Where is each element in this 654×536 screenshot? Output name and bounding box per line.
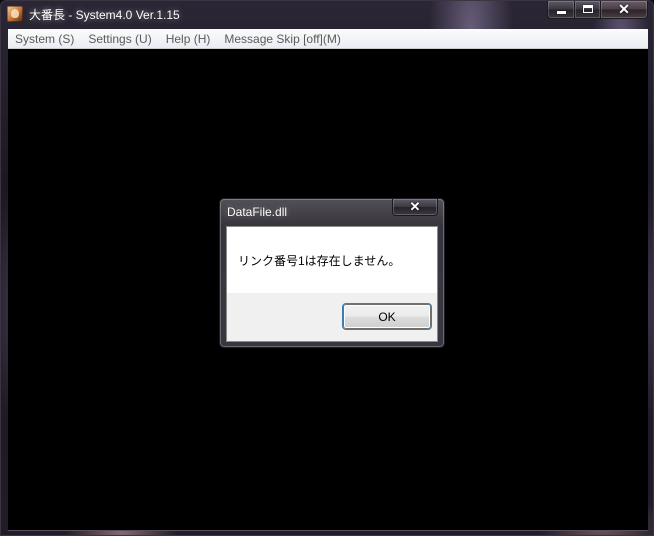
menu-bar: System (S) Settings (U) Help (H) Message… bbox=[8, 29, 648, 49]
dialog-close-button[interactable]: ✕ bbox=[392, 199, 438, 216]
app-portrait-icon[interactable] bbox=[7, 6, 23, 22]
close-icon: ✕ bbox=[409, 199, 421, 214]
window-bottom-edge bbox=[8, 530, 648, 531]
dialog-footer: OK bbox=[227, 293, 437, 341]
error-dialog: DataFile.dll ✕ リンク番号1は存在しません。 OK bbox=[219, 198, 445, 348]
minimize-icon bbox=[557, 11, 566, 14]
window-title: 大番長 - System4.0 Ver.1.15 bbox=[29, 8, 180, 22]
menu-item-help[interactable]: Help (H) bbox=[159, 29, 218, 49]
dialog-message: リンク番号1は存在しません。 bbox=[238, 254, 401, 268]
app-window: 大番長 - System4.0 Ver.1.15 ✕ System (S) Se… bbox=[0, 0, 654, 536]
close-icon: ✕ bbox=[618, 1, 630, 17]
menu-item-message-skip[interactable]: Message Skip [off](M) bbox=[217, 29, 347, 49]
maximize-button[interactable] bbox=[574, 1, 601, 19]
maximize-icon bbox=[583, 5, 593, 13]
menu-item-settings[interactable]: Settings (U) bbox=[81, 29, 158, 49]
ok-button[interactable]: OK bbox=[343, 304, 431, 329]
title-bar[interactable]: 大番長 - System4.0 Ver.1.15 ✕ bbox=[1, 1, 653, 27]
dialog-body: リンク番号1は存在しません。 OK bbox=[226, 226, 438, 342]
menu-item-system[interactable]: System (S) bbox=[8, 29, 81, 49]
close-button[interactable]: ✕ bbox=[600, 1, 648, 19]
dialog-title: DataFile.dll bbox=[227, 205, 288, 219]
minimize-button[interactable] bbox=[547, 1, 575, 19]
